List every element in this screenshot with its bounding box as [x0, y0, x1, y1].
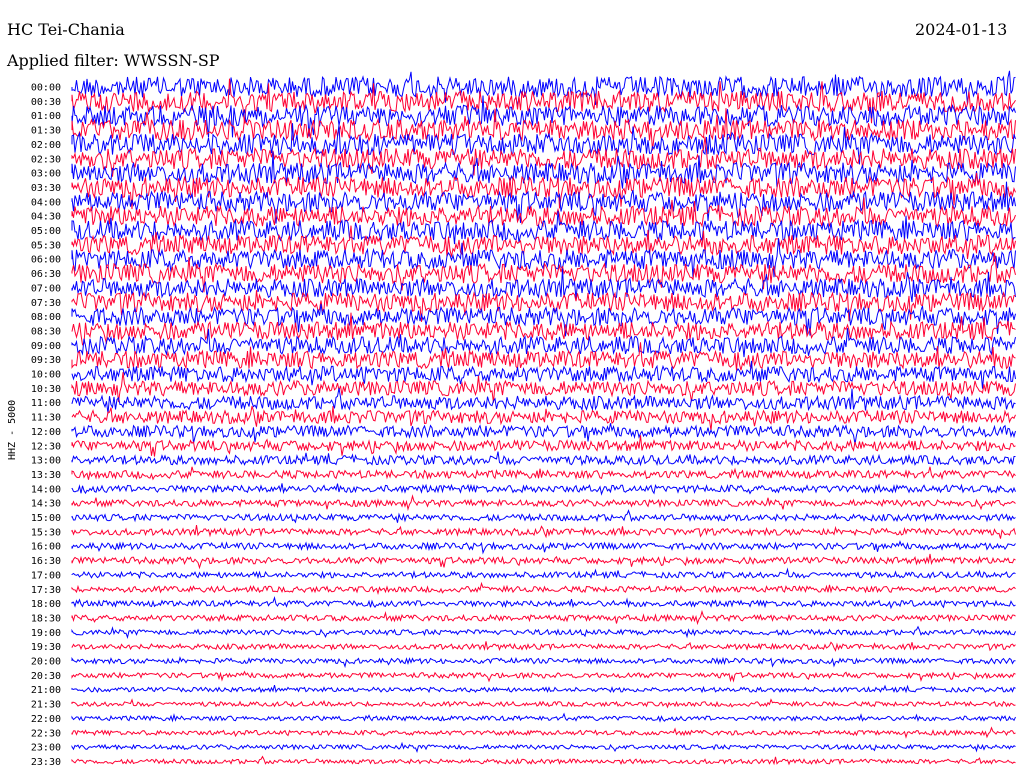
time-label: 05:00 — [31, 226, 61, 237]
trace-1000 — [71, 360, 1016, 389]
time-label: 07:00 — [31, 283, 61, 294]
time-label: 02:00 — [31, 140, 61, 151]
trace-2200 — [71, 712, 1016, 723]
trace-1430 — [71, 494, 1016, 512]
time-label: 05:30 — [31, 240, 61, 251]
trace-1330 — [71, 466, 1016, 481]
time-label: 19:00 — [31, 628, 61, 639]
time-label: 00:00 — [31, 83, 61, 94]
time-label: 12:30 — [31, 441, 61, 452]
seismogram-plot: 00:00 00:30 01:00 01:30 02:00 02:30 03:00 03:30… — [7, 70, 1016, 768]
trace-1930 — [71, 641, 1016, 652]
time-label: 16:00 — [31, 542, 61, 553]
time-label: 01:30 — [31, 126, 61, 137]
trace-1630 — [71, 553, 1016, 570]
time-label: 04:00 — [31, 197, 61, 208]
time-label: 22:30 — [31, 728, 61, 739]
time-label: 16:30 — [31, 556, 61, 567]
time-label: 21:30 — [31, 700, 61, 711]
time-label: 01:00 — [31, 111, 61, 122]
trace-1100 — [71, 388, 1016, 414]
time-label: 21:00 — [31, 685, 61, 696]
time-label: 15:30 — [31, 527, 61, 538]
time-label: 18:30 — [31, 613, 61, 624]
time-label: 07:30 — [31, 298, 61, 309]
time-label: 10:00 — [31, 370, 61, 381]
time-label: 19:30 — [31, 642, 61, 653]
trace-1700 — [71, 567, 1016, 580]
time-label: 06:00 — [31, 255, 61, 266]
time-labels-group: 00:00 00:30 01:00 01:30 02:00 02:30 03:00 03:30… — [31, 83, 61, 768]
trace-1130 — [71, 405, 1016, 431]
trace-2030 — [71, 670, 1016, 683]
time-label: 18:00 — [31, 599, 61, 610]
channel-label: HHZ - 5000 — [7, 400, 18, 460]
time-label: 17:30 — [31, 585, 61, 596]
time-label: 20:00 — [31, 657, 61, 668]
trace-1530 — [71, 525, 1016, 539]
time-label: 13:30 — [31, 470, 61, 481]
time-label: 08:30 — [31, 326, 61, 337]
trace-1730 — [71, 581, 1016, 595]
traces-group — [71, 70, 1016, 766]
trace-0730 — [71, 290, 1016, 322]
trace-2000 — [71, 656, 1016, 669]
time-label: 04:30 — [31, 212, 61, 223]
trace-2130 — [71, 698, 1016, 709]
time-label: 15:00 — [31, 513, 61, 524]
time-label: 13:00 — [31, 456, 61, 467]
time-label: 17:00 — [31, 570, 61, 581]
time-label: 22:00 — [31, 714, 61, 725]
trace-1230 — [71, 435, 1016, 457]
trace-1400 — [71, 483, 1016, 496]
time-label: 10:30 — [31, 384, 61, 395]
trace-1600 — [71, 540, 1016, 555]
trace-1900 — [71, 625, 1016, 640]
trace-1800 — [71, 596, 1016, 610]
time-label: 03:00 — [31, 169, 61, 180]
time-label: 11:30 — [31, 413, 61, 424]
trace-2230 — [71, 726, 1016, 739]
time-label: 06:30 — [31, 269, 61, 280]
trace-2300 — [71, 741, 1016, 754]
trace-1300 — [71, 451, 1016, 467]
time-label: 14:30 — [31, 499, 61, 510]
time-label: 20:30 — [31, 671, 61, 682]
time-label: 14:00 — [31, 484, 61, 495]
time-label: 09:30 — [31, 355, 61, 366]
time-label: 00:30 — [31, 97, 61, 108]
time-label: 12:00 — [31, 427, 61, 438]
trace-0830 — [71, 312, 1016, 346]
trace-2330 — [71, 755, 1016, 766]
trace-1500 — [71, 509, 1016, 524]
time-label: 23:00 — [31, 743, 61, 754]
time-label: 02:30 — [31, 154, 61, 165]
trace-2100 — [71, 684, 1016, 694]
time-label: 11:00 — [31, 398, 61, 409]
time-label: 08:00 — [31, 312, 61, 323]
time-label: 23:30 — [31, 757, 61, 768]
trace-1830 — [71, 609, 1016, 626]
time-label: 09:00 — [31, 341, 61, 352]
time-label: 03:30 — [31, 183, 61, 194]
